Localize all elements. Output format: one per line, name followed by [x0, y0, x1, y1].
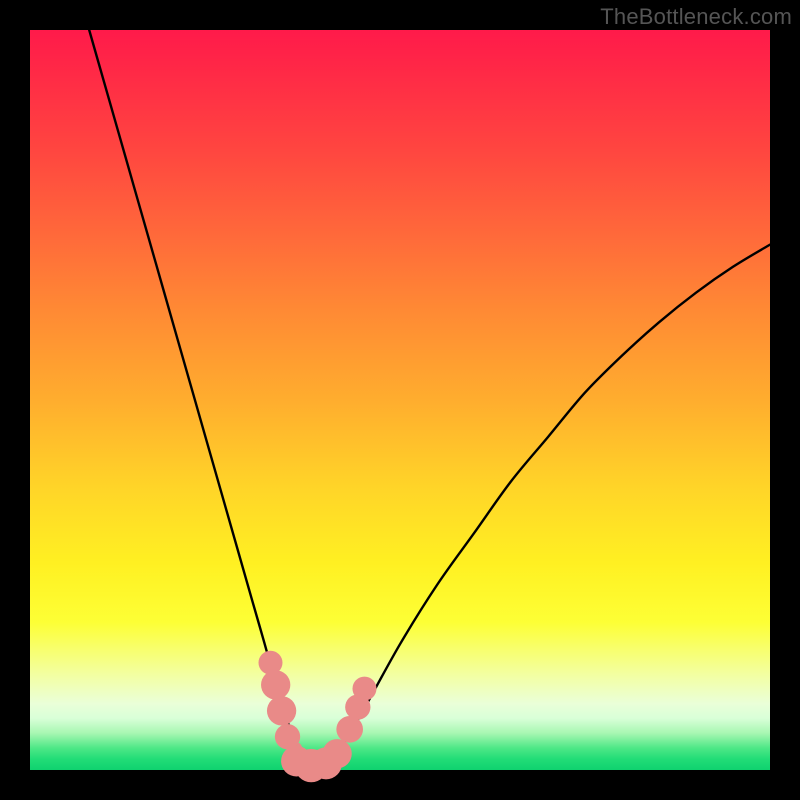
highlight-dots	[259, 651, 377, 783]
bottleneck-curve	[89, 30, 770, 771]
highlight-dot	[322, 739, 351, 768]
highlight-dot	[352, 677, 376, 701]
highlight-dot	[261, 670, 290, 699]
highlight-dot	[275, 724, 300, 749]
watermark-text: TheBottleneck.com	[600, 4, 792, 30]
highlight-dot	[267, 696, 296, 725]
curve-layer	[30, 30, 770, 770]
highlight-dot	[336, 716, 363, 743]
chart-frame: TheBottleneck.com	[0, 0, 800, 800]
plot-area	[30, 30, 770, 770]
